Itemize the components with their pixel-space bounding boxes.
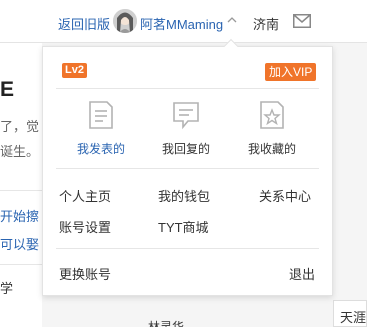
background-text: 了，觉 xyxy=(0,119,40,134)
divider xyxy=(0,264,42,265)
my-replies-button[interactable]: 我回复的 xyxy=(150,100,222,156)
background-box-label: 天涯 xyxy=(340,310,367,325)
user-dropdown-menu: Lv2 加入VIP 我发表的 我回复的 我收藏的 个人主页 我的钱包 关系中心 … xyxy=(42,38,333,296)
account-settings-link[interactable]: 账号设置 xyxy=(59,217,111,236)
background-box[interactable]: 天涯 xyxy=(333,300,367,327)
mail-icon[interactable] xyxy=(293,14,311,28)
tyt-mall-link[interactable]: TYT商城 xyxy=(158,217,209,236)
chevron-up-icon[interactable] xyxy=(227,15,237,25)
my-favorites-button[interactable]: 我收藏的 xyxy=(236,100,308,156)
top-header: 返回旧版 阿茗MMaming 济南 xyxy=(0,0,367,43)
background-text: 学 xyxy=(0,281,14,296)
background-heading: E xyxy=(0,78,15,101)
comment-icon xyxy=(173,102,199,130)
my-favorites-label: 我收藏的 xyxy=(247,142,296,156)
document-icon xyxy=(89,101,113,129)
wallet-link[interactable]: 我的钱包 xyxy=(158,186,210,205)
back-to-old-version-link[interactable]: 返回旧版 xyxy=(58,14,110,33)
switch-account-link[interactable]: 更换账号 xyxy=(59,264,111,283)
my-replies-label: 我回复的 xyxy=(161,142,210,156)
level-badge[interactable]: Lv2 xyxy=(62,63,87,78)
divider xyxy=(56,248,319,249)
background-text: 林灵华 xyxy=(148,320,185,327)
divider xyxy=(0,190,42,191)
background-link[interactable]: 开始擦 xyxy=(0,206,39,225)
avatar[interactable] xyxy=(113,9,137,33)
page: 返回旧版 阿茗MMaming 济南 E 了，觉 诞生。 开始擦 可以娶 学 天涯… xyxy=(0,0,367,327)
logout-link[interactable]: 退出 xyxy=(289,264,315,283)
city-label[interactable]: 济南 xyxy=(253,14,279,33)
my-posts-label: 我发表的 xyxy=(76,142,125,156)
join-vip-button[interactable]: 加入VIP xyxy=(265,63,317,81)
relations-center-link[interactable]: 关系中心 xyxy=(259,186,311,205)
profile-link[interactable]: 个人主页 xyxy=(59,186,111,205)
my-posts-button[interactable]: 我发表的 xyxy=(65,100,137,156)
background-link[interactable]: 可以娶 xyxy=(0,234,39,253)
bookmark-star-icon xyxy=(260,101,284,129)
divider xyxy=(56,88,319,89)
divider xyxy=(56,168,319,169)
background-text: 诞生。 xyxy=(0,144,40,159)
username[interactable]: 阿茗MMaming xyxy=(140,14,223,33)
